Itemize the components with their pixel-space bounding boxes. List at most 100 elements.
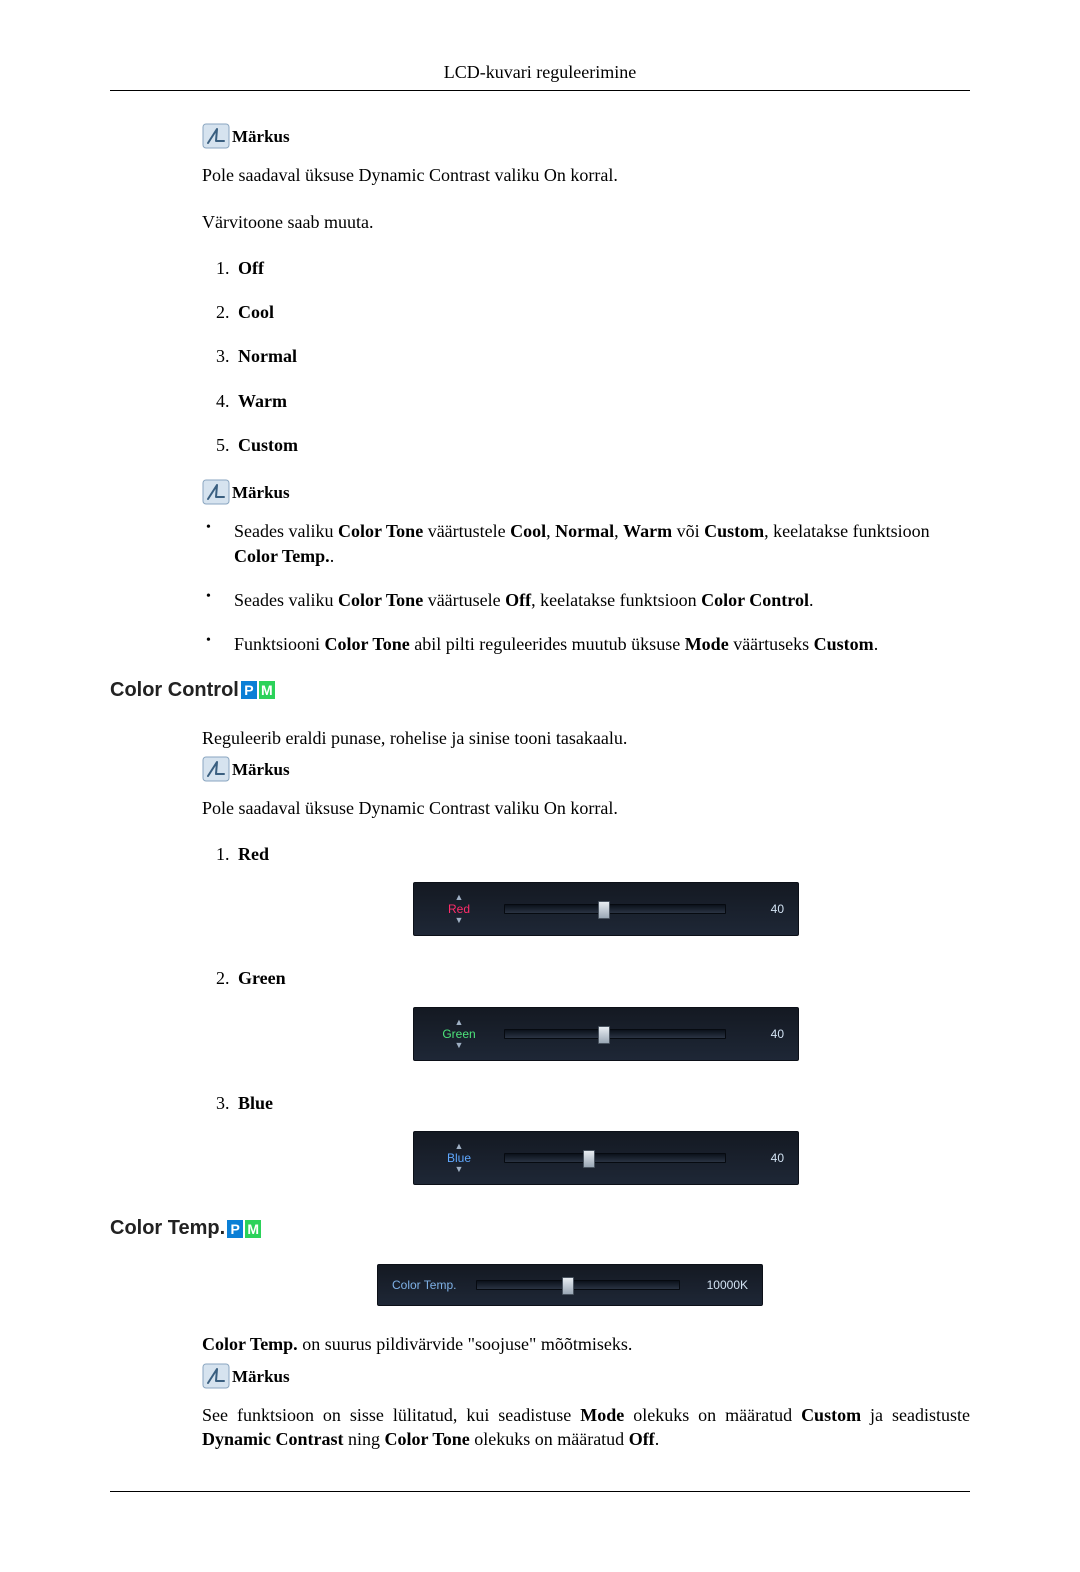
slider-label: Green — [442, 1028, 475, 1040]
chevron-down-icon[interactable]: ▼ — [455, 916, 464, 925]
slider-value: 40 — [740, 1150, 784, 1166]
slider-thumb[interactable] — [562, 1277, 574, 1295]
text: Normal — [555, 521, 614, 541]
text: väärtustele — [423, 521, 510, 541]
list-item-label: Normal — [238, 346, 297, 366]
text: on suurus pildivärvide "soojuse" mõõtmis… — [298, 1334, 633, 1354]
text: . — [655, 1429, 660, 1449]
color-temp-heading: Color Temp. P M — [110, 1215, 970, 1242]
chevron-up-icon[interactable]: ▲ — [455, 1142, 464, 1151]
slider-red: ▲ Red ▼ 40 — [413, 882, 799, 936]
bullet-item: Funktsiooni Color Tone abil pilti regule… — [202, 632, 970, 656]
text: Color Temp. — [202, 1334, 298, 1354]
text: Värvitoone saab muuta. — [202, 212, 373, 232]
text: Color Tone — [338, 590, 423, 610]
bullet-item: Seades valiku Color Tone väärtusele Off,… — [202, 588, 970, 612]
tag-m-icon: M — [259, 681, 275, 699]
note-label: Märkus — [232, 482, 290, 505]
text: Warm — [623, 521, 672, 541]
color-control-intro: Reguleerib eraldi punase, rohelise ja si… — [202, 726, 970, 750]
text: Funktsiooni — [234, 634, 325, 654]
chevron-up-icon[interactable]: ▲ — [455, 1018, 464, 1027]
text: Seades valiku — [234, 590, 338, 610]
text: . — [330, 546, 335, 566]
text: Reguleerib eraldi punase, rohelise ja si… — [202, 728, 627, 748]
list-item: Warm — [234, 389, 970, 413]
text: Color Tone — [338, 521, 423, 541]
slider-value: 10000K — [694, 1277, 748, 1293]
note-label: Märkus — [232, 1366, 290, 1389]
list-item-label: Green — [238, 968, 286, 988]
list-item: Blue ▲ Blue ▼ 40 — [234, 1091, 970, 1185]
note-bullets: Seades valiku Color Tone väärtustele Coo… — [202, 519, 970, 656]
slider-track[interactable] — [504, 1153, 726, 1163]
heading-text: Color Temp. — [110, 1215, 225, 1242]
slider-label: Red — [448, 903, 470, 915]
tag-p-icon: P — [241, 681, 257, 699]
note-label: Märkus — [232, 759, 290, 782]
slider-track[interactable] — [504, 904, 726, 914]
color-control-note: Pole saadaval üksuse Dynamic Contrast va… — [202, 796, 970, 820]
text: Cool — [510, 521, 546, 541]
slider-thumb[interactable] — [598, 1026, 610, 1044]
color-temp-note: See funktsioon on sisse lülitatud, kui s… — [202, 1403, 970, 1452]
slider-spinner[interactable]: ▲ Green ▼ — [428, 1018, 490, 1050]
bottom-divider — [110, 1491, 970, 1492]
note-label: Märkus — [232, 126, 290, 149]
note-icon — [202, 479, 230, 505]
text: Pole saadaval üksuse Dynamic Contrast va… — [202, 798, 618, 818]
list-item: Off — [234, 256, 970, 280]
text: Color Tone — [325, 634, 410, 654]
list-item-label: Warm — [238, 391, 287, 411]
slider-spinner[interactable]: ▲ Red ▼ — [428, 893, 490, 925]
text: Custom — [814, 634, 874, 654]
slider-green: ▲ Green ▼ 40 — [413, 1007, 799, 1061]
chevron-up-icon[interactable]: ▲ — [455, 893, 464, 902]
slider-spinner[interactable]: ▲ Blue ▼ — [428, 1142, 490, 1174]
note-block: Märkus — [202, 1363, 970, 1389]
text: , — [546, 521, 555, 541]
text: Color Tone — [385, 1429, 470, 1449]
tone-list: Off Cool Normal Warm Custom — [202, 256, 970, 457]
slider-track[interactable] — [504, 1029, 726, 1039]
text: ning — [344, 1429, 385, 1449]
text: väärtuseks — [729, 634, 814, 654]
note-icon — [202, 1363, 230, 1389]
list-item-label: Red — [238, 844, 269, 864]
slider-value: 40 — [740, 901, 784, 917]
text: ja seadistuste — [861, 1405, 970, 1425]
text: , keelatakse funktsioon — [764, 521, 929, 541]
note-icon — [202, 756, 230, 782]
text: Color Control — [701, 590, 809, 610]
slider-thumb[interactable] — [583, 1150, 595, 1168]
chevron-down-icon[interactable]: ▼ — [455, 1041, 464, 1050]
chevron-down-icon[interactable]: ▼ — [455, 1165, 464, 1174]
text: Color Temp. — [234, 546, 330, 566]
list-item: Custom — [234, 433, 970, 457]
slider-thumb[interactable] — [598, 901, 610, 919]
list-item-label: Cool — [238, 302, 274, 322]
text: väärtusele — [423, 590, 505, 610]
text: , — [614, 521, 623, 541]
slider-track[interactable] — [476, 1280, 680, 1290]
text: Mode — [685, 634, 729, 654]
list-item: Cool — [234, 300, 970, 324]
color-control-list: Red ▲ Red ▼ 40 Green — [202, 842, 970, 1185]
text: Dynamic Contrast — [202, 1429, 344, 1449]
tag-p-icon: P — [227, 1220, 243, 1238]
text: Custom — [801, 1405, 861, 1425]
text: olekuks on määratud — [624, 1405, 801, 1425]
text: või — [672, 521, 704, 541]
list-item: Red ▲ Red ▼ 40 — [234, 842, 970, 936]
color-control-heading: Color Control P M — [110, 677, 970, 704]
text: olekuks on määratud — [470, 1429, 629, 1449]
note-block: Märkus — [202, 479, 970, 505]
slider-value: 40 — [740, 1026, 784, 1042]
list-item: Normal — [234, 344, 970, 368]
top-divider — [110, 90, 970, 91]
page-title: LCD-kuvari reguleerimine — [110, 60, 970, 84]
bullet-item: Seades valiku Color Tone väärtustele Coo… — [202, 519, 970, 568]
text: See funktsioon on sisse lülitatud, kui s… — [202, 1405, 580, 1425]
text: abil pilti reguleerides muutub üksuse — [410, 634, 685, 654]
text: Custom — [704, 521, 764, 541]
